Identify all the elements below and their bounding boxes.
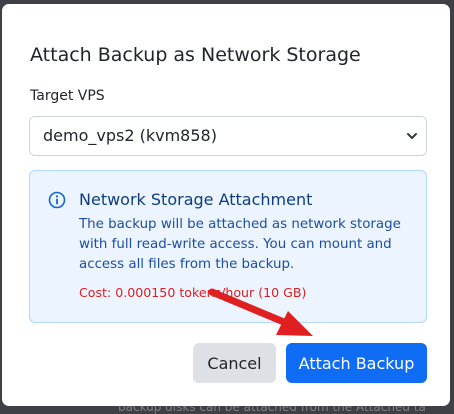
cancel-button[interactable]: Cancel — [193, 343, 276, 383]
target-vps-select[interactable]: demo_vps2 (kvm858) — [29, 116, 427, 156]
cost-text: Cost: 0.000150 tokens/hour (10 GB) — [79, 285, 307, 300]
modal-title: Attach Backup as Network Storage — [30, 44, 361, 66]
attach-backup-button[interactable]: Attach Backup — [286, 343, 427, 383]
network-storage-info-alert: Network Storage Attachment The backup wi… — [29, 170, 427, 323]
target-vps-label: Target VPS — [30, 88, 105, 104]
info-title: Network Storage Attachment — [79, 190, 313, 209]
target-vps-select-value: demo_vps2 (kvm858) — [43, 126, 217, 145]
info-circle-icon — [48, 191, 66, 209]
chevron-down-icon — [407, 133, 417, 139]
info-description: The backup will be attached as network s… — [79, 217, 401, 272]
attach-backup-modal: Attach Backup as Network Storage Target … — [2, 4, 450, 406]
